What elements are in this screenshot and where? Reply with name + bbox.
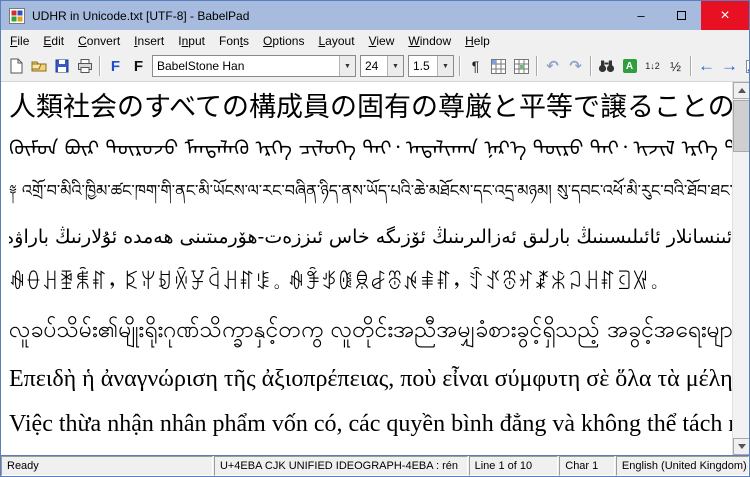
text-line-myanmar[interactable]: လူခပ်သိမ်း၏မျိုးရိုးဂုဏ်သိက္ခာနှင့်တကွ လ… (9, 304, 732, 356)
input-method-icon: A (623, 59, 637, 73)
toolbar-separator (590, 56, 592, 76)
menu-options[interactable]: Options (256, 32, 311, 50)
menu-file[interactable]: File (3, 32, 36, 50)
new-document-icon (8, 58, 24, 74)
text-line-uyghur[interactable]: ئىنسانلار ئائىلىسىنىڭ بارلىق ئەزالىرىنىڭ… (9, 214, 732, 260)
chevron-down-icon[interactable]: ▼ (387, 56, 403, 76)
line-spacing-combobox[interactable]: 1.5 ▼ (408, 55, 454, 77)
navigate-back-button[interactable]: ← (695, 55, 718, 78)
menu-insert[interactable]: Insert (127, 32, 171, 50)
triangle-down-icon (738, 444, 746, 449)
scroll-up-button[interactable] (733, 82, 750, 99)
font-name-value: BabelStone Han (153, 59, 339, 73)
goto-line-button[interactable]: 1↓2 (641, 55, 664, 78)
back-arrow-icon: ← (698, 56, 715, 76)
maximize-icon (677, 11, 686, 20)
menu-help[interactable]: Help (458, 32, 497, 50)
font-styles-icon: F (134, 58, 143, 75)
toolbar-separator (536, 56, 538, 76)
open-folder-icon (31, 58, 47, 74)
character-map-button[interactable] (487, 55, 510, 78)
status-char-position: Char 1 (559, 456, 615, 476)
menu-input[interactable]: Input (171, 32, 212, 50)
triangle-up-icon (738, 88, 746, 93)
titlebar[interactable]: UDHR in Unicode.txt [UTF-8] - BabelPad –… (1, 1, 749, 30)
glyph-map-button[interactable] (510, 55, 533, 78)
glyph-grid-icon (514, 59, 529, 74)
statusbar: Ready U+4EBA CJK UNIFIED IDEOGRAPH-4EBA … (1, 456, 749, 476)
text-line-japanese[interactable]: 人類社会のすべての構成員の固有の尊厳と平等で譲ることのできない権利とを承認するこ… (9, 86, 732, 128)
redo-button[interactable]: ↷ (564, 55, 587, 78)
menu-convert[interactable]: Convert (71, 32, 127, 50)
font-name-combobox[interactable]: BabelStone Han ▼ (152, 55, 356, 77)
vertical-scrollbar[interactable] (732, 82, 749, 455)
undo-button[interactable]: ↶ (541, 55, 564, 78)
toolbar-separator (99, 56, 101, 76)
dropdown-glyph: ▼ (392, 63, 399, 70)
toolbar: F F BabelStone Han ▼ 24 ▼ 1.5 ▼ ¶ ↶ ↷ (1, 51, 749, 82)
dropdown-glyph: ▼ (344, 63, 351, 70)
forward-arrow-icon: → (721, 56, 738, 76)
window-title: UDHR in Unicode.txt [UTF-8] - BabelPad (32, 9, 249, 23)
find-button[interactable] (595, 55, 618, 78)
text-line-greek[interactable]: Επειδὴ ἡ ἀναγνώριση τῆς ἀξιοπρέπειας, πο… (9, 356, 732, 402)
font-size-combobox[interactable]: 24 ▼ (360, 55, 404, 77)
maximize-button[interactable] (661, 1, 701, 30)
minimize-icon: – (637, 8, 644, 23)
status-language: English (United Kingdom) (616, 456, 749, 476)
text-area[interactable]: 人類社会のすべての構成員の固有の尊厳と平等で譲ることのできない権利とを承認するこ… (1, 82, 732, 455)
open-button[interactable] (27, 55, 50, 78)
jump-to-position-button[interactable] (741, 55, 750, 78)
babelpad-logo-icon (9, 8, 25, 24)
text-line-tibetan[interactable]: ༈ འགྲོ་བ་མིའི་ཁྱིམ་ཚང་ཁག་གི་ནང་མི་ཡོངས་ལ… (9, 168, 732, 214)
font-list-button[interactable]: F (104, 55, 127, 78)
pilcrow-button[interactable]: ¶ (464, 55, 487, 78)
app-icon (8, 7, 26, 25)
menubar: FileEditConvertInsertInputFontsOptionsLa… (1, 30, 749, 51)
menu-layout[interactable]: Layout (311, 32, 361, 50)
save-floppy-icon (54, 58, 70, 74)
scroll-down-button[interactable] (733, 438, 750, 455)
status-line-info: Line 1 of 10 (469, 456, 559, 476)
menu-window[interactable]: Window (401, 32, 458, 50)
print-icon (77, 58, 93, 74)
jump-to-position-icon (745, 59, 750, 74)
text-line-vietnamese[interactable]: Việc thừa nhận nhân phẩm vốn có, các quy… (9, 402, 732, 446)
font-list-icon: F (111, 58, 120, 75)
redo-icon: ↷ (569, 57, 582, 75)
dropdown-glyph: ▼ (442, 63, 449, 70)
line-spacing-value: 1.5 (409, 59, 437, 73)
chevron-down-icon[interactable]: ▼ (437, 56, 453, 76)
fraction-button[interactable]: ½ (664, 55, 687, 78)
input-method-button[interactable]: A (618, 55, 641, 78)
font-size-value: 24 (361, 59, 387, 73)
undo-icon: ↶ (546, 57, 559, 75)
text-line-yi[interactable]: ꊿꂷꃅꄿꐨꐥ，ꌅꅍꀂꏽꐯꒈꃅꐥꌐ。ꊿꊇꉪꍆꌋꆀꁨꉌꑌꐥ，ꄷꀋꁨꂛꊨꅫꃀꃅꐥꄡꑟ。 (9, 260, 732, 304)
font-styles-button[interactable]: F (127, 55, 150, 78)
save-button[interactable] (50, 55, 73, 78)
print-button[interactable] (73, 55, 96, 78)
binoculars-find-icon (598, 59, 615, 73)
text-line-mongolian[interactable]: ᠬᠦᠮᠦᠨ ᠪᠦᠷ ᠲᠥᠷᠥᠵᠦ ᠮᠡᠨᠳᠡᠯᠡᠬᠦ ᠡᠷᠬᠡ ᠴᠢᠯᠥᠭᠡ ᠲ… (9, 128, 732, 168)
toolbar-separator (459, 56, 461, 76)
menu-view[interactable]: View (362, 32, 402, 50)
scrollbar-thumb[interactable] (733, 100, 750, 152)
menu-edit[interactable]: Edit (36, 32, 71, 50)
minimize-button[interactable]: – (621, 1, 661, 30)
close-icon: × (720, 7, 729, 25)
toolbar-separator (690, 56, 692, 76)
status-character-info: U+4EBA CJK UNIFIED IDEOGRAPH-4EBA : rén (214, 456, 468, 476)
new-document-button[interactable] (4, 55, 27, 78)
chevron-down-icon[interactable]: ▼ (339, 56, 355, 76)
character-grid-icon (491, 59, 506, 74)
pilcrow-icon: ¶ (472, 58, 480, 74)
editor-area: 人類社会のすべての構成員の固有の尊厳と平等で譲ることのできない権利とを承認するこ… (1, 82, 749, 456)
menu-fonts[interactable]: Fonts (212, 32, 256, 50)
close-button[interactable]: × (701, 1, 749, 30)
fraction-icon: ½ (670, 59, 681, 74)
status-ready: Ready (1, 456, 213, 476)
goto-line-icon: 1↓2 (645, 61, 660, 71)
babelpad-window: UDHR in Unicode.txt [UTF-8] - BabelPad –… (0, 0, 750, 477)
navigate-forward-button[interactable]: → (718, 55, 741, 78)
